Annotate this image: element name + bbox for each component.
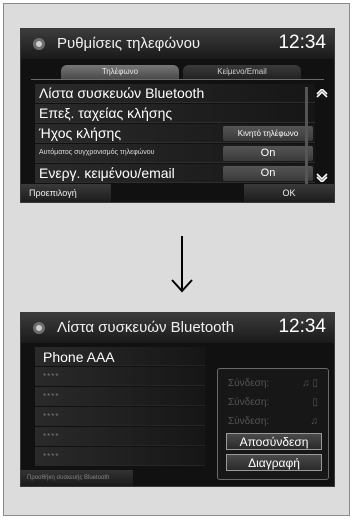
menu-item-enable-text-email[interactable]: Ενεργ. κειμένου/email On bbox=[35, 164, 315, 183]
ringtone-value: Κινητό τηλέφωνο bbox=[223, 126, 313, 141]
menu-item-label: Λίστα συσκευών Bluetooth bbox=[39, 85, 205, 101]
menu-item-auto-phone-sync[interactable]: Αυτόματος συγχρονισμός τηλεφώνου On bbox=[35, 144, 315, 163]
menu-item-label: Επεξ. ταχείας κλήσης bbox=[39, 105, 173, 121]
connect-audio-option: Σύνδεση: ♫ bbox=[224, 413, 324, 430]
tab-text-email[interactable]: Κείμενο/Email bbox=[183, 65, 301, 79]
menu-item-bluetooth-device-list[interactable]: Λίστα συσκευών Bluetooth bbox=[35, 84, 315, 103]
delete-button[interactable]: Διαγραφή bbox=[226, 454, 322, 471]
settings-gear-icon bbox=[33, 322, 45, 334]
menu-item-ringtone[interactable]: Ήχος κλήσης Κινητό τηλέφωνο bbox=[35, 124, 315, 143]
device-name: Phone AAA bbox=[43, 349, 115, 365]
phone-settings-screen: Ρυθμίσεις τηλεφώνου 12:34 Τηλέφωνο Κείμε… bbox=[20, 28, 335, 203]
connect-label: Σύνδεση: bbox=[228, 378, 270, 389]
connect-label: Σύνδεση: bbox=[228, 397, 270, 408]
title-bar: Ρυθμίσεις τηλεφώνου 12:34 bbox=[21, 29, 334, 59]
settings-gear-icon bbox=[33, 38, 45, 50]
scroll-up-icon[interactable] bbox=[316, 87, 328, 102]
device-name: **** bbox=[43, 372, 60, 381]
device-name: **** bbox=[43, 392, 60, 401]
device-name: **** bbox=[43, 452, 60, 461]
tab-divider bbox=[31, 79, 324, 80]
device-name: **** bbox=[43, 412, 60, 421]
menu-item-label: Ενεργ. κειμένου/email bbox=[39, 165, 175, 181]
phone-icon: ▯ bbox=[312, 397, 318, 408]
scrollbar[interactable] bbox=[305, 87, 308, 185]
menu-item-label: Ήχος κλήσης bbox=[39, 125, 122, 141]
disconnect-button[interactable]: Αποσύνδεση bbox=[226, 433, 322, 450]
music-icon: ♫ bbox=[310, 416, 319, 427]
title-bar: Λίστα συσκευών Bluetooth 12:34 bbox=[21, 313, 334, 343]
connect-label: Σύνδεση: bbox=[228, 416, 270, 427]
device-item[interactable]: **** bbox=[35, 387, 205, 406]
device-item[interactable]: **** bbox=[35, 367, 205, 386]
menu-item-label: Αυτόματος συγχρονισμός τηλεφώνου bbox=[39, 149, 155, 156]
device-name: **** bbox=[43, 432, 60, 441]
screen-title: Λίστα συσκευών Bluetooth bbox=[57, 319, 235, 336]
bluetooth-device-list-screen: Λίστα συσκευών Bluetooth 12:34 Phone AAA… bbox=[20, 312, 335, 487]
device-item[interactable]: **** bbox=[35, 427, 205, 446]
text-email-value: On bbox=[223, 166, 313, 181]
connect-phone-option: Σύνδεση: ▯ bbox=[224, 394, 324, 411]
device-item[interactable]: **** bbox=[35, 407, 205, 426]
device-options-popup: Σύνδεση: ♫ ▯ Σύνδεση: ▯ Σύνδεση: ♫ Αποσύ… bbox=[217, 368, 329, 480]
clock: 12:34 bbox=[278, 316, 326, 337]
music-phone-icon: ♫ ▯ bbox=[302, 378, 318, 389]
auto-sync-value: On bbox=[223, 146, 313, 161]
screen-title: Ρυθμίσεις τηλεφώνου bbox=[57, 35, 201, 52]
scroll-down-icon[interactable] bbox=[316, 170, 328, 185]
tab-phone[interactable]: Τηλέφωνο bbox=[61, 65, 179, 79]
menu-item-speed-dial-edit[interactable]: Επεξ. ταχείας κλήσης bbox=[35, 104, 315, 123]
device-item[interactable]: **** bbox=[35, 447, 205, 466]
connect-phone-audio-option: Σύνδεση: ♫ ▯ bbox=[224, 375, 324, 392]
down-arrow-icon bbox=[171, 236, 193, 293]
default-button[interactable]: Προεπιλογή bbox=[21, 184, 111, 202]
device-item-phone-aaa[interactable]: Phone AAA bbox=[35, 347, 205, 366]
clock: 12:34 bbox=[278, 32, 326, 53]
figure-frame: Ρυθμίσεις τηλεφώνου 12:34 Τηλέφωνο Κείμε… bbox=[3, 3, 350, 516]
ok-button[interactable]: OK bbox=[244, 184, 334, 202]
add-bluetooth-device-button[interactable]: Προσθήκη συσκευής Bluetooth bbox=[21, 470, 133, 486]
